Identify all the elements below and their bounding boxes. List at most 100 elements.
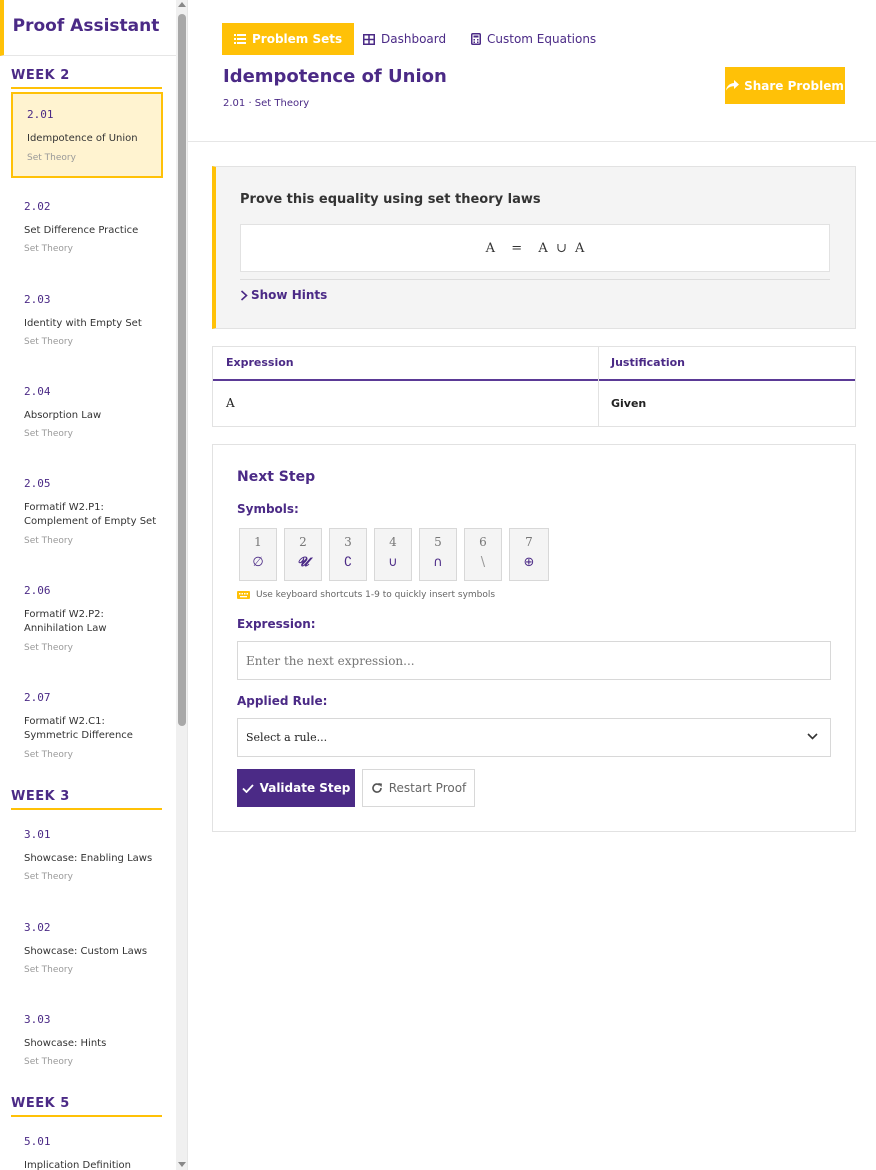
- problem-title: Showcase: Enabling Laws: [24, 853, 153, 864]
- expression-label: Expression:: [237, 617, 316, 631]
- problem-number: 3.03: [24, 1013, 51, 1026]
- column-header-justification: Justification: [611, 356, 686, 369]
- share-problem-button[interactable]: Share Problem: [725, 67, 845, 104]
- problem-title: Showcase: Hints: [24, 1038, 107, 1049]
- chevron-down-icon: [807, 733, 818, 740]
- week-heading: WEEK 3: [11, 788, 162, 810]
- nav-dashboard-label: Dashboard: [381, 32, 447, 46]
- symbol-button-intersection[interactable]: 5 ∩: [419, 528, 457, 581]
- symbol-shortcut-key: 3: [344, 535, 352, 549]
- problem-number: 2.02: [24, 200, 51, 213]
- sidebar: Proof Assistant WEEK 2 2.01 Idempotence …: [0, 0, 176, 1170]
- problem-topic: Set Theory: [24, 872, 73, 882]
- nav-custom-equations-label: Custom Equations: [487, 32, 597, 46]
- symbol-button-empty-set[interactable]: 1 ∅: [239, 528, 277, 581]
- keyboard-tip-text: Use keyboard shortcuts 1-9 to quickly in…: [256, 590, 496, 600]
- problem-title: Formatif W2.C1: Symmetric Difference: [24, 716, 133, 741]
- problem-title: Idempotence of Union: [27, 133, 138, 144]
- symbols-label: Symbols:: [237, 502, 299, 516]
- sidebar-item-2-04[interactable]: 2.04 Absorption Law Set Theory: [11, 371, 163, 457]
- symbol-button-universe[interactable]: 2𝓤: [284, 528, 322, 581]
- scrollbar-thumb[interactable]: [178, 14, 186, 726]
- sidebar-scrollbar[interactable]: [176, 0, 188, 1170]
- header: Problem Sets Dashboard Custom Equations …: [188, 0, 876, 142]
- share-icon: [726, 80, 740, 91]
- empty-set-icon: ∅: [252, 555, 264, 570]
- set-difference-icon: \: [480, 555, 486, 570]
- problem-number: 2.04: [24, 385, 51, 398]
- sidebar-item-2-01[interactable]: 2.01 Idempotence of Union Set Theory: [11, 92, 163, 178]
- symbol-button-complement[interactable]: 3 ∁: [329, 528, 367, 581]
- next-step-panel: Next Step Symbols: 1 ∅ 2𝓤 3 ∁ 4 ∪ 5 ∩ 6 \ 7 ⊕ …: [212, 444, 856, 832]
- sidebar-item-2-03[interactable]: 2.03 Identity with Empty Set Set Theory: [11, 279, 163, 365]
- validate-step-label: Validate Step: [259, 781, 351, 795]
- calculator-icon: [471, 33, 481, 45]
- proof-table: Expression Justification A Given: [212, 346, 856, 427]
- scroll-up-arrow-icon[interactable]: [178, 2, 186, 7]
- nav-problem-sets[interactable]: Problem Sets: [222, 23, 355, 55]
- sidebar-item-3-01[interactable]: 3.01 Showcase: Enabling Laws Set Theory: [11, 814, 163, 900]
- restart-proof-label: Restart Proof: [388, 781, 467, 795]
- problem-prompt: Prove this equality using set theory law…: [240, 192, 541, 207]
- problem-title: Set Difference Practice: [24, 225, 139, 236]
- table-icon: [363, 33, 375, 45]
- scroll-down-arrow-icon[interactable]: [178, 1162, 186, 1167]
- page-title: Idempotence of Union: [223, 66, 447, 87]
- chevron-right-icon: [240, 289, 248, 301]
- restart-proof-button[interactable]: Restart Proof: [362, 769, 475, 807]
- sidebar-item-2-06[interactable]: 2.06 Formatif W2.P2: Annihilation Law Se…: [11, 570, 163, 670]
- next-step-title: Next Step: [237, 469, 316, 485]
- symbol-button-symmetric-difference[interactable]: 7 ⊕: [509, 528, 549, 581]
- problem-title: Identity with Empty Set: [24, 318, 142, 329]
- problem-title: Formatif W2.P2: Annihilation Law: [24, 609, 107, 634]
- app-root: Proof Assistant WEEK 2 2.01 Idempotence …: [0, 0, 876, 1170]
- sidebar-item-2-02[interactable]: 2.02 Set Difference Practice Set Theory: [11, 186, 163, 272]
- symbol-button-union[interactable]: 4 ∪: [374, 528, 412, 581]
- week-heading: WEEK 5: [11, 1095, 162, 1117]
- problem-number: 2.06: [24, 584, 51, 597]
- nav-custom-equations[interactable]: Custom Equations: [471, 23, 596, 55]
- sidebar-item-3-02[interactable]: 3.02 Showcase: Custom Laws Set Theory: [11, 907, 163, 993]
- validate-step-button[interactable]: Validate Step: [237, 769, 355, 807]
- problem-topic: Set Theory: [24, 643, 73, 653]
- main-content: Problem Sets Dashboard Custom Equations …: [188, 0, 876, 1170]
- problem-statement-card: Prove this equality using set theory law…: [212, 166, 856, 329]
- problem-topic: Set Theory: [27, 153, 76, 163]
- list-icon: [234, 34, 246, 44]
- problem-topic: Set Theory: [24, 965, 73, 975]
- proof-table-header: Expression Justification: [213, 347, 855, 381]
- sidebar-item-2-07[interactable]: 2.07 Formatif W2.C1: Symmetric Differenc…: [11, 677, 163, 777]
- intersection-icon: ∩: [433, 555, 443, 570]
- symbol-button-set-difference[interactable]: 6 \: [464, 528, 502, 581]
- sidebar-item-5-01[interactable]: 5.01 Implication Definition: [11, 1121, 163, 1170]
- sidebar-item-3-03[interactable]: 3.03 Showcase: Hints Set Theory: [11, 999, 163, 1085]
- problem-number: 5.01: [24, 1135, 51, 1148]
- problem-topic: Set Theory: [24, 244, 73, 254]
- symmetric-difference-icon: ⊕: [523, 555, 535, 570]
- check-icon: [241, 783, 254, 793]
- show-hints-label: Show Hints: [251, 288, 328, 302]
- problem-number: 2.01: [27, 108, 54, 121]
- problem-number: 2.05: [24, 477, 51, 490]
- share-problem-label: Share Problem: [744, 78, 844, 93]
- expression-input[interactable]: [237, 641, 831, 680]
- symbol-shortcut-key: 7: [525, 535, 533, 549]
- applied-rule-label: Applied Rule:: [237, 694, 328, 708]
- sidebar-item-2-05[interactable]: 2.05 Formatif W2.P1: Complement of Empty…: [11, 463, 163, 563]
- equation-text: A = A ∪ A: [485, 240, 585, 256]
- complement-icon: ∁: [343, 555, 353, 570]
- problem-title: Formatif W2.P1: Complement of Empty Set: [24, 502, 157, 527]
- problem-title: Implication Definition: [24, 1160, 131, 1170]
- breadcrumb: 2.01 · Set Theory: [223, 98, 310, 109]
- applied-rule-select[interactable]: Select a rule...: [237, 718, 831, 757]
- symbol-shortcut-key: 6: [479, 535, 487, 549]
- problem-topic: Set Theory: [24, 536, 73, 546]
- column-header-expression: Expression: [226, 356, 294, 369]
- nav-problem-sets-label: Problem Sets: [252, 32, 343, 46]
- week-heading: WEEK 2: [11, 67, 162, 89]
- union-icon: ∪: [388, 555, 398, 570]
- problem-topic: Set Theory: [24, 337, 73, 347]
- nav-dashboard[interactable]: Dashboard: [363, 23, 446, 55]
- proof-row-expression: A: [226, 396, 235, 410]
- show-hints-toggle[interactable]: Show Hints: [240, 288, 327, 302]
